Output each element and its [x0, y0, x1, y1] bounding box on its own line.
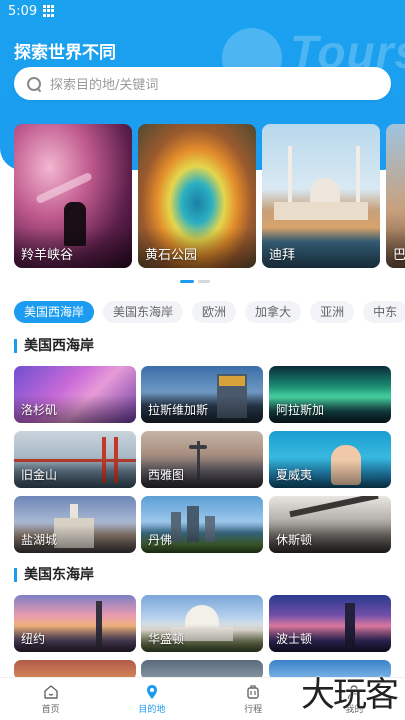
destination-label: 夏威夷 — [276, 468, 313, 482]
destination-label: 旧金山 — [21, 468, 58, 482]
featured-carousel[interactable]: 羚羊峡谷 黄石公园 迪拜 巴 — [14, 124, 405, 268]
status-time: 5:09 — [8, 3, 38, 19]
featured-card[interactable]: 黄石公园 — [138, 124, 256, 268]
destination-tile[interactable]: 休斯顿 — [269, 496, 391, 553]
destination-label: 丹佛 — [148, 533, 173, 547]
destination-tile[interactable]: 旧金山 — [14, 431, 136, 488]
destination-label: 阿拉斯加 — [276, 403, 325, 417]
destination-label: 西雅图 — [148, 468, 185, 482]
destination-tile[interactable]: 华盛顿 — [141, 595, 263, 652]
tab-us-east[interactable]: 美国东海岸 — [103, 301, 184, 323]
status-bar: 5:09 — [0, 0, 405, 22]
destination-tile[interactable]: 夏威夷 — [269, 431, 391, 488]
nav-itinerary[interactable]: 行程 — [203, 678, 304, 720]
search-icon — [26, 76, 42, 92]
carousel-indicator — [180, 280, 210, 283]
featured-card-label: 巴 — [393, 248, 405, 263]
page-title: 探索世界不同 — [14, 43, 116, 63]
destination-label: 波士顿 — [276, 632, 313, 646]
destination-label: 洛杉矶 — [21, 403, 58, 417]
search-bar[interactable]: 探索目的地/关键词 — [14, 67, 391, 100]
tab-canada[interactable]: 加拿大 — [245, 301, 302, 323]
destination-label: 华盛顿 — [148, 632, 185, 646]
section-title: 美国东海岸 — [14, 568, 94, 582]
destination-tile[interactable]: 丹佛 — [141, 496, 263, 553]
tab-asia[interactable]: 亚洲 — [310, 301, 355, 323]
luggage-icon — [247, 684, 259, 699]
nav-itinerary-label: 行程 — [244, 704, 263, 715]
section-title: 美国西海岸 — [14, 339, 94, 353]
destination-tile[interactable]: 洛杉矶 — [14, 366, 136, 423]
location-pin-icon — [146, 684, 157, 699]
corner-watermark: 大玩客 — [301, 675, 399, 715]
destination-tile[interactable]: 波士顿 — [269, 595, 391, 652]
featured-card-label: 羚羊峡谷 — [21, 248, 74, 263]
destination-tile[interactable]: 盐湖城 — [14, 496, 136, 553]
featured-card-label: 黄石公园 — [145, 248, 198, 263]
nav-destination-label: 目的地 — [138, 704, 166, 715]
destination-tile[interactable]: 阿拉斯加 — [269, 366, 391, 423]
home-icon — [43, 684, 58, 699]
destination-label: 盐湖城 — [21, 533, 58, 547]
tab-middle-east[interactable]: 中东 — [363, 301, 405, 323]
destination-tile[interactable]: 西雅图 — [141, 431, 263, 488]
nav-home[interactable]: 首页 — [0, 678, 101, 720]
destination-label: 拉斯维加斯 — [148, 403, 209, 417]
destination-label: 休斯顿 — [276, 533, 313, 547]
carousel-dot — [198, 280, 210, 283]
featured-card[interactable]: 羚羊峡谷 — [14, 124, 132, 268]
featured-card[interactable]: 巴 — [386, 124, 405, 268]
tab-europe[interactable]: 欧洲 — [192, 301, 237, 323]
destination-tile[interactable]: 纽约 — [14, 595, 136, 652]
destination-tile[interactable]: 拉斯维加斯 — [141, 366, 263, 423]
nav-home-label: 首页 — [41, 704, 60, 715]
featured-card[interactable]: 迪拜 — [262, 124, 380, 268]
tab-us-west[interactable]: 美国西海岸 — [14, 301, 95, 323]
destination-label: 纽约 — [21, 632, 46, 646]
carousel-dot-active — [180, 280, 194, 283]
search-input[interactable]: 探索目的地/关键词 — [50, 74, 158, 93]
app-grid-icon — [43, 5, 55, 17]
nav-destination[interactable]: 目的地 — [101, 678, 202, 720]
app-root: { "status_bar": { "time": "5:09" }, "hea… — [0, 0, 405, 720]
featured-card-label: 迪拜 — [269, 248, 296, 263]
region-tabs[interactable]: 美国西海岸 美国东海岸 欧洲 加拿大 亚洲 中东 — [14, 301, 405, 325]
